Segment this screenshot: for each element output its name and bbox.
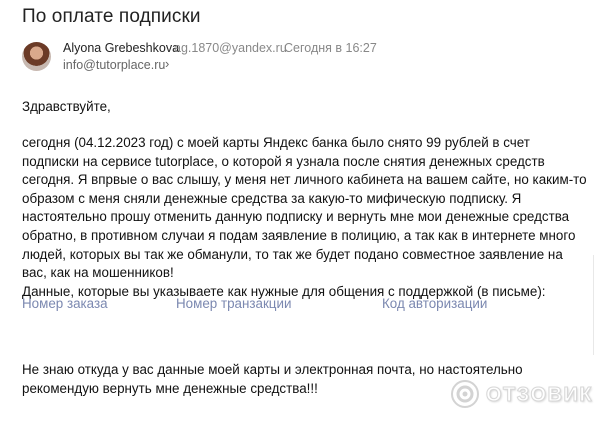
email-closing: Не знаю откуда у вас данные моей карты и…	[22, 361, 523, 398]
closing-line: рекомендую вернуть мне денежные средства…	[22, 380, 318, 396]
paragraph-line: настоятельно прошу отменить данную подпи…	[22, 209, 570, 225]
otzovik-logo-icon	[451, 380, 479, 408]
field-auth-code: Код авторизации	[382, 296, 488, 311]
paragraph-line: подписки на сервисе tutorplace, о которо…	[22, 153, 545, 169]
chevron-right-icon[interactable]: ›	[165, 56, 169, 71]
sender-email[interactable]: ag.1870@yandex.ru	[174, 41, 287, 55]
email-subject: По оплате подписки	[22, 6, 201, 27]
paragraph-line: сегодня (04.12.2023 год) с моей карты Ян…	[22, 135, 530, 150]
paragraph-line: вас, как на мошенников!	[22, 265, 174, 281]
support-fields: Номер заказа Номер транзакции Код автори…	[22, 296, 582, 314]
avatar[interactable]	[22, 42, 51, 71]
email-paragraph: сегодня (04.12.2023 год) с моей карты Ян…	[22, 134, 587, 301]
paragraph-line: сегодня. Я впрвые о вас слышу, у меня не…	[22, 172, 587, 188]
field-order-number: Номер заказа	[22, 296, 108, 311]
paragraph-line: людей, которых вы так же обманули, то та…	[22, 246, 563, 262]
paragraph-line: обратно, в противном случаи я подам заяв…	[22, 227, 576, 243]
watermark-text: ОТЗОВИК	[485, 384, 594, 407]
paragraph-line: образом с меня сняли денежные средства з…	[22, 190, 522, 206]
sent-date: Сегодня в 16:27	[284, 41, 377, 55]
email-greeting: Здравствуйте,	[22, 99, 111, 114]
divider	[593, 255, 594, 355]
field-transaction-number: Номер транзакции	[176, 296, 292, 311]
recipient-email[interactable]: info@tutorplace.ru	[63, 58, 165, 72]
sender-name[interactable]: Alyona Grebeshkova	[63, 41, 179, 55]
closing-line: Не знаю откуда у вас данные моей карты и…	[22, 362, 523, 377]
